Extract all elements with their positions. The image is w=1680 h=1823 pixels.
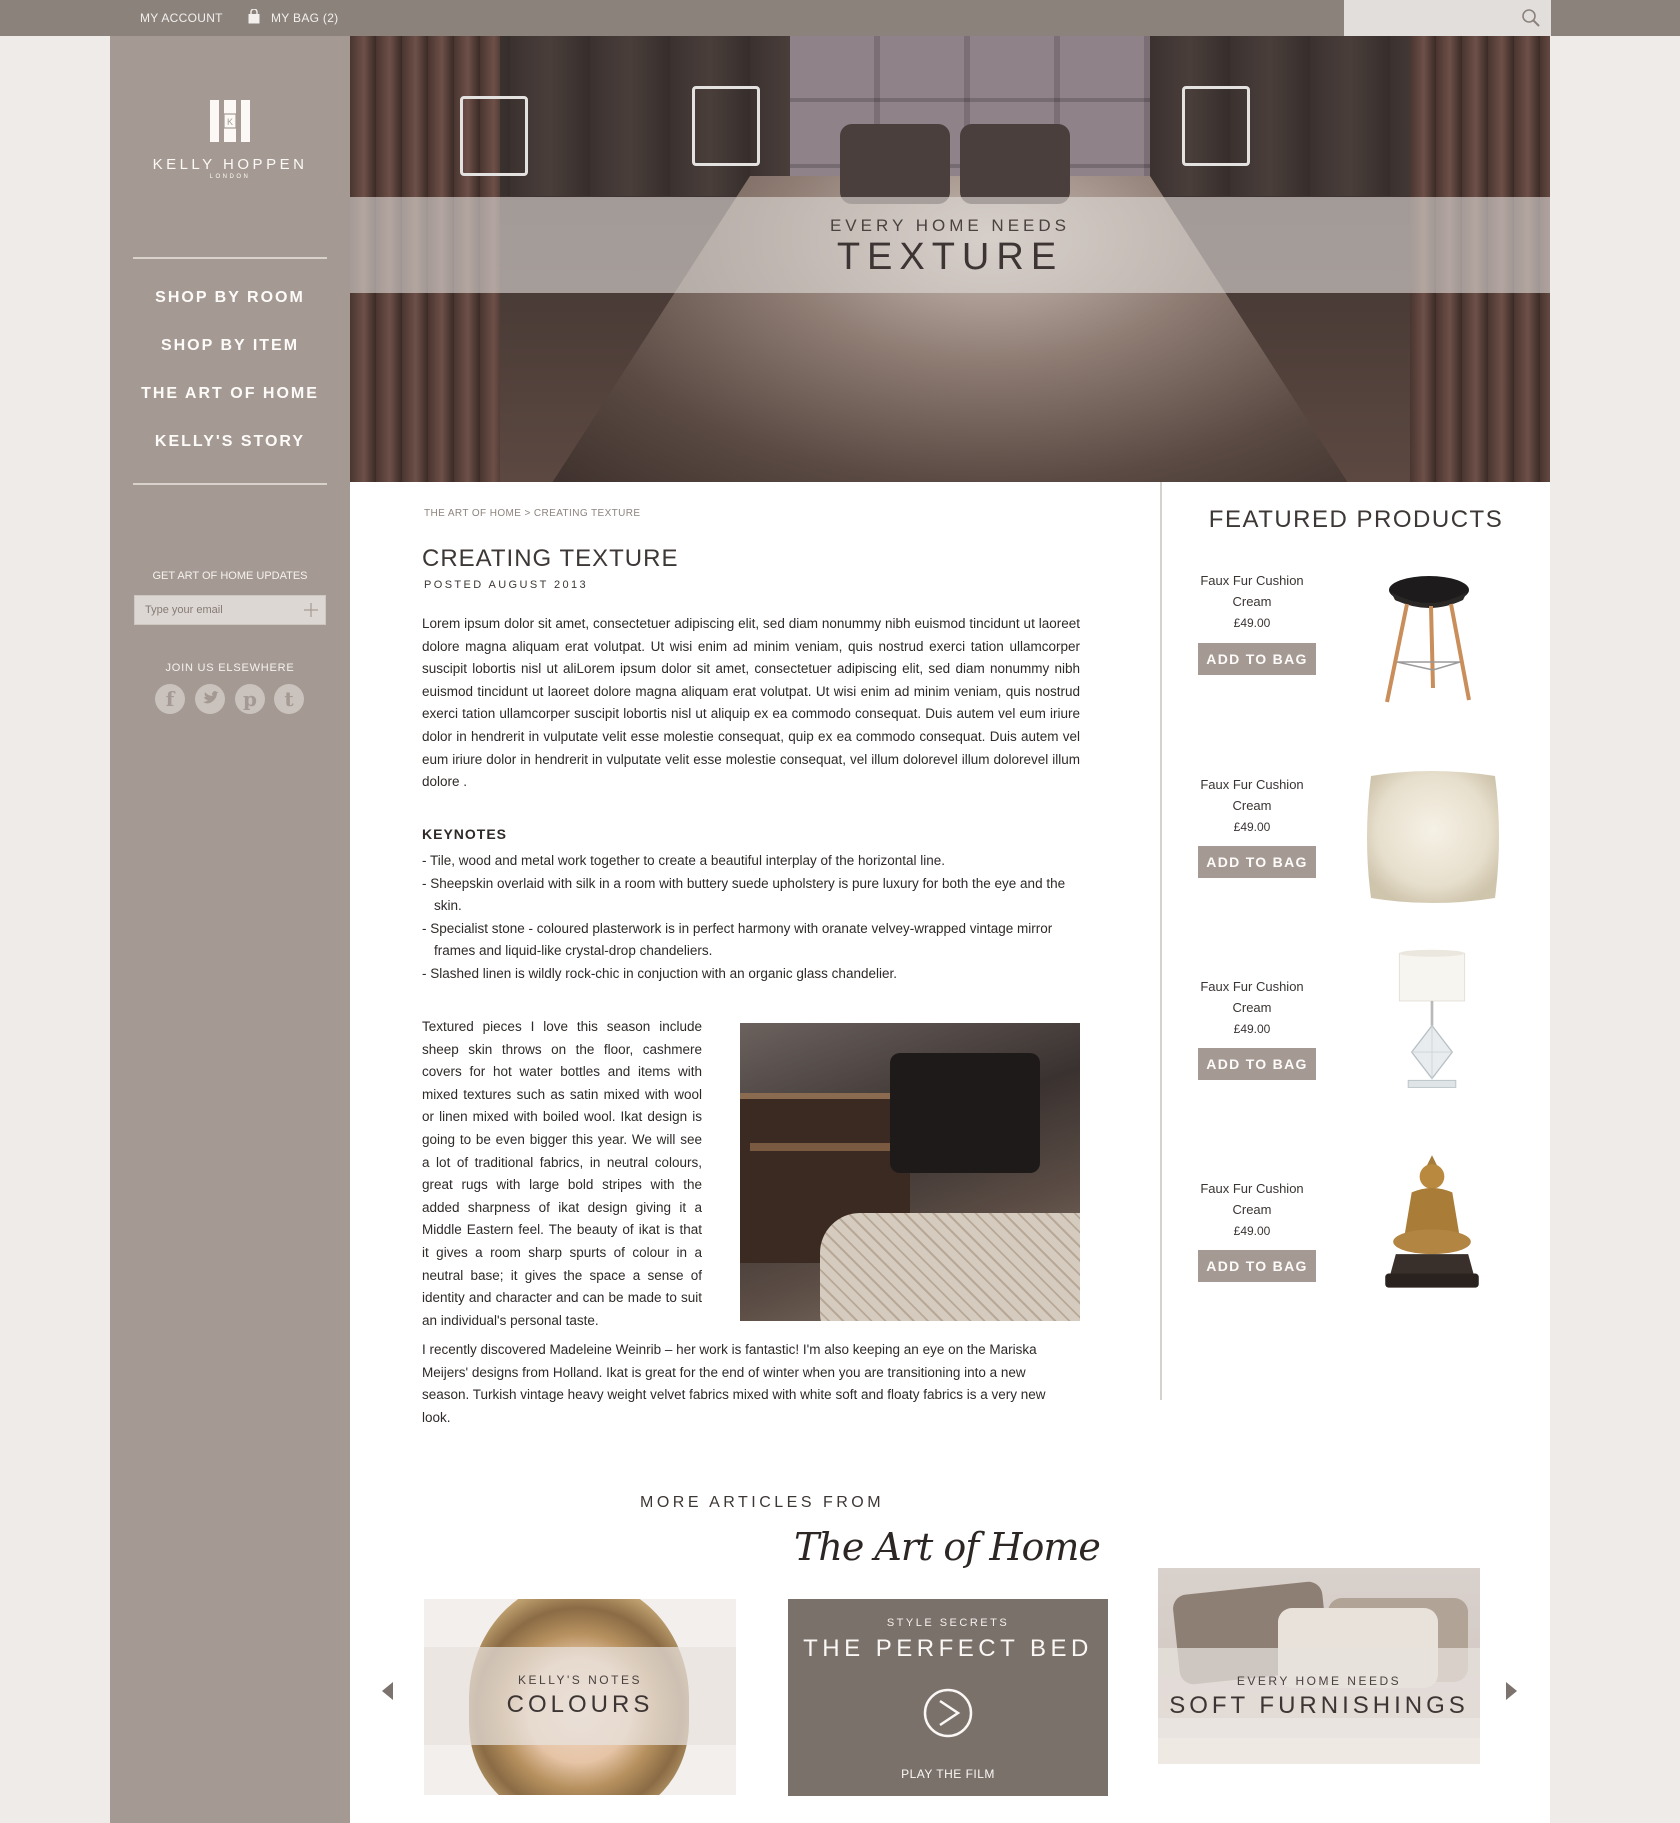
product-price: £49.00 xyxy=(1233,616,1271,630)
product-name[interactable]: Faux Fur Cushion Cream xyxy=(1194,570,1310,612)
article-column-text: Textured pieces I love this season inclu… xyxy=(422,1019,702,1328)
stool-product-image[interactable] xyxy=(1357,570,1507,720)
buddha-product-image[interactable] xyxy=(1357,1150,1507,1300)
card-title: COLOURS xyxy=(506,1691,654,1718)
photo-chair xyxy=(890,1053,1040,1173)
product-card: Faux Fur Cushion Cream £49.00 ADD TO BAG xyxy=(1162,949,1550,1156)
product-card: Faux Fur Cushion Cream £49.00 ADD TO BAG xyxy=(1162,771,1550,954)
plus-icon[interactable] xyxy=(303,602,319,618)
card-title: THE PERFECT BED xyxy=(803,1635,1093,1662)
nav-shop-by-item[interactable]: SHOP BY ITEM xyxy=(110,337,350,355)
tumblr-icon[interactable]: t xyxy=(274,684,304,714)
product-price: £49.00 xyxy=(1233,1022,1271,1036)
newsletter-form xyxy=(134,595,326,625)
article-title: CREATING TEXTURE xyxy=(422,545,679,572)
twitter-icon[interactable] xyxy=(195,684,225,714)
search-icon[interactable] xyxy=(1521,8,1541,28)
my-account-link[interactable]: MY ACCOUNT xyxy=(140,11,223,25)
article-photo xyxy=(740,1023,1080,1321)
hero-pillow xyxy=(960,124,1070,204)
posted-date: POSTED AUGUST 2013 xyxy=(424,579,589,591)
shopping-bag-icon[interactable] xyxy=(248,9,260,24)
product-name[interactable]: Faux Fur Cushion Cream xyxy=(1194,774,1310,816)
hero-kicker: EVERY HOME NEEDS xyxy=(829,216,1071,235)
card-kicker: STYLE SECRETS xyxy=(886,1617,1010,1629)
add-to-bag-button[interactable]: ADD TO BAG xyxy=(1198,643,1316,675)
list-item: - Sheepskin overlaid with silk in a room… xyxy=(422,875,1066,914)
divider xyxy=(133,257,327,259)
hero-pillow xyxy=(840,124,950,204)
email-input[interactable] xyxy=(135,596,295,624)
article-card-colours[interactable]: KELLY'S NOTES COLOURS xyxy=(424,1599,736,1795)
lamp-product-image[interactable] xyxy=(1357,948,1507,1098)
list-item: - Tile, wood and metal work together to … xyxy=(422,853,946,868)
article-card-soft-furnishings[interactable]: EVERY HOME NEEDS SOFT FURNISHINGS xyxy=(1158,1568,1480,1764)
card-kicker: KELLY'S NOTES xyxy=(518,1673,642,1687)
article-card-perfect-bed[interactable]: STYLE SECRETS THE PERFECT BED PLAY THE F… xyxy=(788,1599,1108,1796)
brand-location: LONDON xyxy=(209,174,251,180)
photo-ottoman xyxy=(820,1213,1080,1321)
svg-text:K: K xyxy=(227,117,233,127)
product-price: £49.00 xyxy=(1233,820,1271,834)
article-closing-text: I recently discovered Madeleine Weinrib … xyxy=(422,1342,1046,1425)
hero-lantern xyxy=(692,86,760,166)
more-articles-label: MORE ARTICLES FROM xyxy=(640,1494,885,1511)
list-item: - Specialist stone - coloured plasterwor… xyxy=(422,920,1053,959)
keynotes-heading: KEYNOTES xyxy=(422,826,508,842)
product-price: £49.00 xyxy=(1233,1224,1271,1238)
add-to-bag-button[interactable]: ADD TO BAG xyxy=(1198,846,1316,878)
card-kicker: EVERY HOME NEEDS xyxy=(1236,1674,1402,1688)
carousel-next-arrow-icon[interactable] xyxy=(1506,1682,1517,1700)
product-name[interactable]: Faux Fur Cushion Cream xyxy=(1194,1178,1310,1220)
list-item: - Slashed linen is wildly rock-chic in c… xyxy=(422,965,897,981)
nav-the-art-of-home[interactable]: THE ART OF HOME xyxy=(110,385,350,403)
add-to-bag-button[interactable]: ADD TO BAG xyxy=(1198,1048,1316,1080)
newsletter-label: GET ART OF HOME UPDATES xyxy=(152,570,308,582)
social-label: JOIN US ELSEWHERE xyxy=(165,662,295,674)
carousel-prev-arrow-icon[interactable] xyxy=(382,1682,393,1700)
featured-products-title: FEATURED PRODUCTS xyxy=(1208,506,1504,533)
product-card: Faux Fur Cushion Cream £49.00 ADD TO BAG xyxy=(1162,570,1550,750)
keynotes-list: - Tile, wood and metal work together to … xyxy=(422,850,1082,986)
add-to-bag-button[interactable]: ADD TO BAG xyxy=(1198,1250,1316,1282)
article-intro: Lorem ipsum dolor sit amet, consectetuer… xyxy=(422,616,1080,790)
facebook-icon[interactable]: f xyxy=(155,684,185,714)
pinterest-icon[interactable]: p xyxy=(235,684,265,714)
nav-kellys-story[interactable]: KELLY'S STORY xyxy=(110,433,350,451)
top-bar: MY ACCOUNT MY BAG (2) xyxy=(0,0,1680,36)
art-of-home-script-title: The Art of Home xyxy=(794,1525,1101,1569)
kelly-hoppen-logo-icon[interactable]: K xyxy=(210,100,250,142)
main-content: THE ART OF HOME > CREATING TEXTURE CREAT… xyxy=(350,482,1550,1823)
card-title: SOFT FURNISHINGS xyxy=(1169,1692,1469,1719)
play-film-link[interactable]: PLAY THE FILM xyxy=(788,1767,1108,1781)
hero-lantern xyxy=(1182,86,1250,166)
photo-trunk-strap xyxy=(750,1143,900,1151)
divider xyxy=(133,483,327,485)
hero-title: TEXTURE xyxy=(836,236,1064,278)
nav-shop-by-room[interactable]: SHOP BY ROOM xyxy=(110,289,350,307)
cushion-product-image[interactable] xyxy=(1357,762,1507,912)
product-card: Faux Fur Cushion Cream £49.00 ADD TO BAG xyxy=(1162,1155,1550,1358)
play-icon[interactable] xyxy=(922,1687,974,1739)
hero-lantern xyxy=(460,96,528,176)
brand-name: KELLY HOPPEN xyxy=(152,156,308,173)
product-name[interactable]: Faux Fur Cushion Cream xyxy=(1194,976,1310,1018)
hero-banner[interactable]: EVERY HOME NEEDS TEXTURE xyxy=(350,36,1550,482)
breadcrumb[interactable]: THE ART OF HOME > CREATING TEXTURE xyxy=(424,508,641,519)
sidebar: K KELLY HOPPEN LONDON SHOP BY ROOM SHOP … xyxy=(110,36,350,1823)
my-bag-link[interactable]: MY BAG (2) xyxy=(271,11,338,25)
search-box[interactable] xyxy=(1344,0,1551,36)
